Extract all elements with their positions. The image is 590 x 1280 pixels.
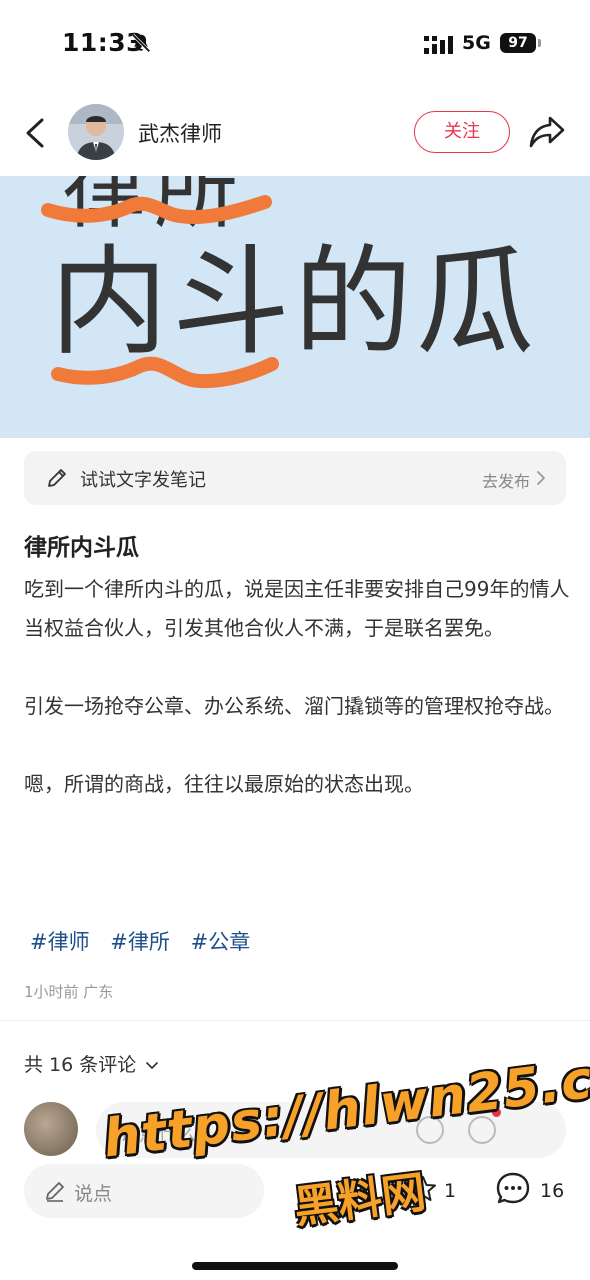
back-arrow-icon[interactable]: [22, 116, 48, 150]
pencil-icon: [48, 469, 66, 487]
user-avatar[interactable]: [24, 1102, 78, 1156]
star-count: 1: [444, 1180, 457, 1202]
network-type: 5G: [462, 32, 491, 54]
comment-input-row: 说点什么...: [0, 1100, 590, 1160]
comment-total: 16: [540, 1180, 565, 1202]
post-tags: #律师 #律所 #公章: [30, 926, 264, 956]
bottom-comment-input[interactable]: 说点: [24, 1164, 264, 1218]
hero-image[interactable]: 律所 内斗的瓜: [0, 176, 590, 438]
battery-level: 97: [500, 33, 536, 53]
share-icon[interactable]: [528, 114, 566, 150]
go-publish-label[interactable]: 去发布: [482, 468, 530, 492]
tag-law-firm[interactable]: #律所: [110, 930, 170, 954]
like-count: 13: [340, 1180, 365, 1202]
notification-dot: [492, 1108, 501, 1117]
home-indicator: [192, 1262, 398, 1270]
post-header: 武杰律师 关注: [0, 96, 590, 170]
emoji-icon[interactable]: [468, 1116, 496, 1144]
post-paragraph-3: 嗯，所谓的商战，往往以最原始的状态出现。: [24, 772, 424, 796]
mention-icon[interactable]: [416, 1116, 444, 1144]
edit-icon: [46, 1182, 64, 1202]
try-text-note-label: 试试文字发笔记: [80, 470, 206, 491]
follow-button[interactable]: 关注: [414, 111, 510, 153]
bottom-input-label: 说点: [74, 1183, 113, 1205]
comment-count-toggle[interactable]: 共 16 条评论: [24, 1050, 159, 1077]
signal-icon: [424, 36, 453, 54]
author-avatar[interactable]: [68, 104, 124, 160]
comment-bubble-icon[interactable]: [494, 1170, 532, 1208]
comment-count-label: 共 16 条评论: [24, 1054, 137, 1076]
battery-nub: [538, 39, 541, 47]
hero-underline-strokes: [41, 195, 279, 389]
post-meta: 1小时前 广东: [24, 983, 114, 1001]
tag-lawyer[interactable]: #律师: [30, 930, 90, 954]
try-text-note-bar[interactable]: 试试文字发笔记 去发布: [24, 451, 566, 505]
comment-placeholder: 说点什么...: [120, 1123, 215, 1145]
post-title: 律所内斗瓜: [24, 535, 139, 561]
tag-official-seal[interactable]: #公章: [191, 930, 251, 954]
post-paragraph-2: 引发一场抢夺公章、办公系统、溜门撬锁等的管理权抢夺战。: [24, 694, 564, 718]
author-name[interactable]: 武杰律师: [138, 118, 222, 148]
bell-muted-icon: [131, 33, 151, 53]
chevron-right-icon: [537, 471, 545, 485]
divider: [0, 1020, 590, 1021]
chevron-down-icon: [146, 1061, 159, 1069]
status-bar: 11:33 5G 97: [0, 0, 590, 88]
star-icon[interactable]: [408, 1174, 438, 1204]
comment-input[interactable]: 说点什么...: [96, 1102, 566, 1158]
post-body: 吃到一个律所内斗的瓜，说是因主任非要安排自己99年的情人当权益合伙人，引发其他合…: [24, 570, 572, 804]
post-paragraph-1: 吃到一个律所内斗的瓜，说是因主任非要安排自己99年的情人当权益合伙人，引发其他合…: [24, 577, 570, 640]
